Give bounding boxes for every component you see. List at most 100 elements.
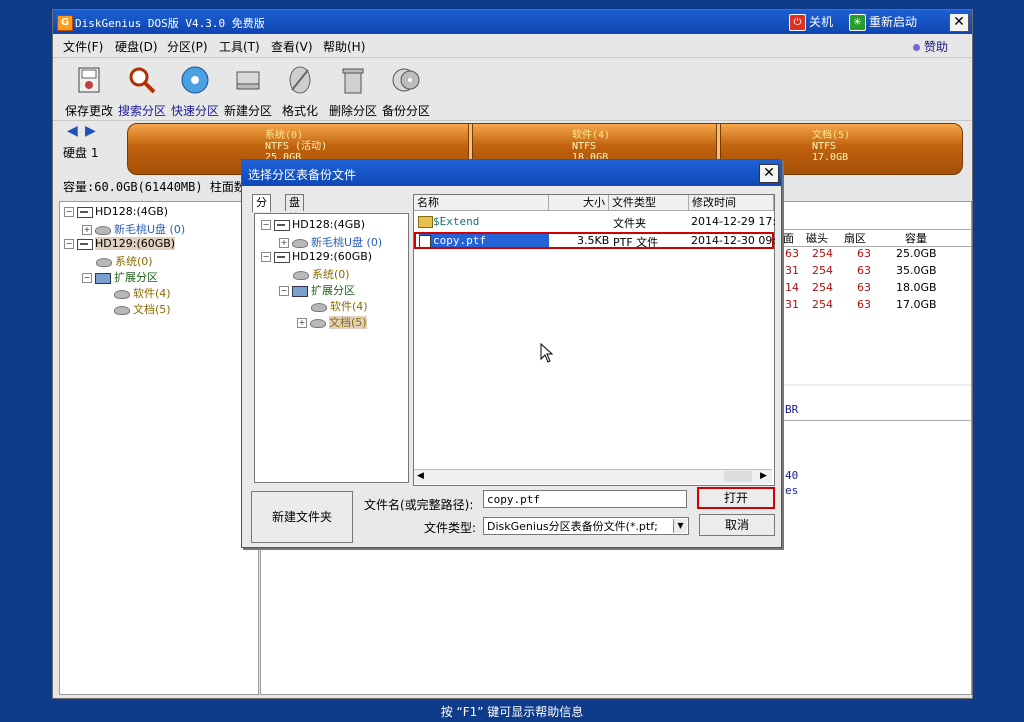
tab-drive-letter[interactable]: 盘符 [285,194,304,225]
partition-icon [114,305,130,315]
tree-label: 扩展分区 [311,284,355,297]
tree-item-hd129[interactable]: − HD129:(60GB) [261,250,372,263]
tree-item-software[interactable]: 软件(4) [114,285,171,301]
tree-item-hd128[interactable]: − HD128:(4GB) [64,205,168,218]
filetype-select[interactable]: DiskGenius分区表备份文件(*.ptf; ▼ [483,517,689,535]
filetype-value: DiskGenius分区表备份文件(*.ptf; [487,520,658,533]
collapse-icon[interactable]: − [261,252,271,262]
collapse-icon[interactable]: − [279,286,289,296]
tree-item-system[interactable]: 系统(0) [293,266,350,282]
menu-view[interactable]: 查看(V) [271,38,313,55]
scroll-right-icon[interactable]: ▶ [760,471,767,481]
cancel-button[interactable]: 取消 [699,514,775,536]
quick-partition-button[interactable]: 快速分区 [171,64,219,119]
select-backup-file-dialog: 选择分区表备份文件 ✕ 分区 盘符 − HD128:(4GB) + 新毛桃U盘 (0… [241,159,782,548]
file-list: 名称 大小 文件类型 修改时间 $Extend 文件夹 2014-12-29 1… [413,194,776,486]
partition-icon [96,257,112,267]
divider [781,420,971,421]
partition-icon [311,302,327,312]
dialog-close-button[interactable]: ✕ [759,164,779,183]
tree-label: HD129:(60GB) [292,250,373,263]
partition-size: 17.0GB [812,152,849,163]
tool-label: 格式化 [282,104,319,118]
tree-label: HD128:(4GB) [292,218,366,231]
menu-tools[interactable]: 工具(T) [219,38,260,55]
menu-file[interactable]: 文件(F) [63,38,103,55]
table-cell: 254 [812,247,833,260]
expand-icon[interactable]: + [279,238,289,248]
tool-label: 快速分区 [171,104,220,118]
new-partition-button[interactable]: 新建分区 [224,64,272,119]
sponsor-label: 赞助 [924,40,949,54]
table-cell: 18.0GB [896,281,937,294]
tree-item-usb[interactable]: + 新毛桃U盘 (0) [82,221,185,237]
disk-icon [77,206,93,218]
tree-label: 新毛桃U盘 (0) [114,223,186,236]
new-folder-button[interactable]: 新建文件夹 [251,491,353,543]
tree-item-software[interactable]: 软件(4) [311,298,368,314]
prev-disk-icon[interactable]: ◀ [67,124,79,138]
expand-icon[interactable]: + [82,225,92,235]
info-text: BR [785,403,799,416]
column-header-type[interactable]: 文件类型 [609,195,689,211]
collapse-icon[interactable]: − [64,239,74,249]
annotation-highlight [414,232,774,249]
sponsor-link[interactable]: 赞助 [913,38,948,55]
chevron-down-icon[interactable]: ▼ [673,519,687,533]
menu-partition[interactable]: 分区(P) [167,38,208,55]
scroll-left-icon[interactable]: ◀ [417,471,424,481]
filetype-label: 文件类型: [424,521,477,535]
tree-item-hd128[interactable]: − HD128:(4GB) [261,218,365,231]
partition-fs: NTFS [812,141,837,152]
open-button[interactable]: 打开 [697,487,775,509]
search-partition-button[interactable]: 搜索分区 [118,64,166,119]
menu-help[interactable]: 帮助(H) [323,38,365,55]
delete-partition-button[interactable]: 删除分区 [329,64,377,119]
shutdown-button[interactable]: ⏻ 关机 [789,13,833,31]
column-header: 容量 [905,232,927,245]
tree-item-extended[interactable]: − 扩展分区 [279,282,355,298]
tree-item-hd129[interactable]: − HD129:(60GB) [64,237,176,250]
collapse-icon[interactable]: − [261,220,271,230]
format-button[interactable]: 格式化 [282,64,318,119]
table-cell: 63 [857,247,871,260]
file-row-extend[interactable]: $Extend 文件夹 2014-12-29 17: [414,213,776,230]
quick-partition-icon [181,66,209,94]
disk-capacity-info: 容量:60.0GB(61440MB) 柱面数:7 [63,180,261,194]
menu-bar: 文件(F) 硬盘(D) 分区(P) 工具(T) 查看(V) 帮助(H) 赞助 [53,35,972,55]
dialog-disk-tree: − HD128:(4GB) + 新毛桃U盘 (0) − HD129:(60GB) 系统… [254,213,409,483]
mouse-cursor-icon [540,343,554,363]
tree-item-extended[interactable]: − 扩展分区 [82,269,158,285]
tool-label: 新建分区 [224,104,273,118]
filename-input[interactable]: copy.ptf [483,490,687,508]
table-cell: 254 [812,281,833,294]
save-changes-button[interactable]: 保存更改 [65,64,113,119]
collapse-icon[interactable]: − [64,207,74,217]
shutdown-label: 关机 [809,15,834,29]
tree-label: HD128:(4GB) [95,205,169,218]
restart-button[interactable]: ✳ 重新启动 [849,13,917,31]
tree-item-docs[interactable]: + 文档(5) [297,314,367,330]
table-cell: 63 [785,247,799,260]
partition-fs: NTFS (活动) [265,141,328,152]
filename-label: 文件名(或完整路径): [364,498,474,512]
collapse-icon[interactable]: − [82,273,92,283]
column-header-size[interactable]: 大小 [549,195,609,211]
title-bar: G DiskGenius DOS版 V4.3.0 免费版 ⏻ 关机 ✳ 重新启动 ✕ [53,10,972,34]
scroll-thumb[interactable] [724,471,752,482]
window-close-button[interactable]: ✕ [949,13,969,32]
column-header-modified[interactable]: 修改时间 [689,195,774,211]
partition-segment-docs[interactable]: 文档(5) NTFS 17.0GB [812,130,942,174]
horizontal-scrollbar[interactable]: ◀ ▶ [414,469,772,484]
disk-icon [77,238,93,250]
format-icon [289,66,311,94]
expand-icon[interactable]: + [297,318,307,328]
tree-item-usb[interactable]: + 新毛桃U盘 (0) [279,234,382,250]
backup-partition-button[interactable]: 备份分区 [382,64,430,119]
column-header-name[interactable]: 名称 [414,195,549,211]
menu-disk[interactable]: 硬盘(D) [115,38,158,55]
next-disk-icon[interactable]: ▶ [85,124,97,138]
tab-partition[interactable]: 分区 [252,194,271,225]
tree-item-docs[interactable]: 文档(5) [114,301,171,317]
tree-item-system[interactable]: 系统(0) [96,253,153,269]
